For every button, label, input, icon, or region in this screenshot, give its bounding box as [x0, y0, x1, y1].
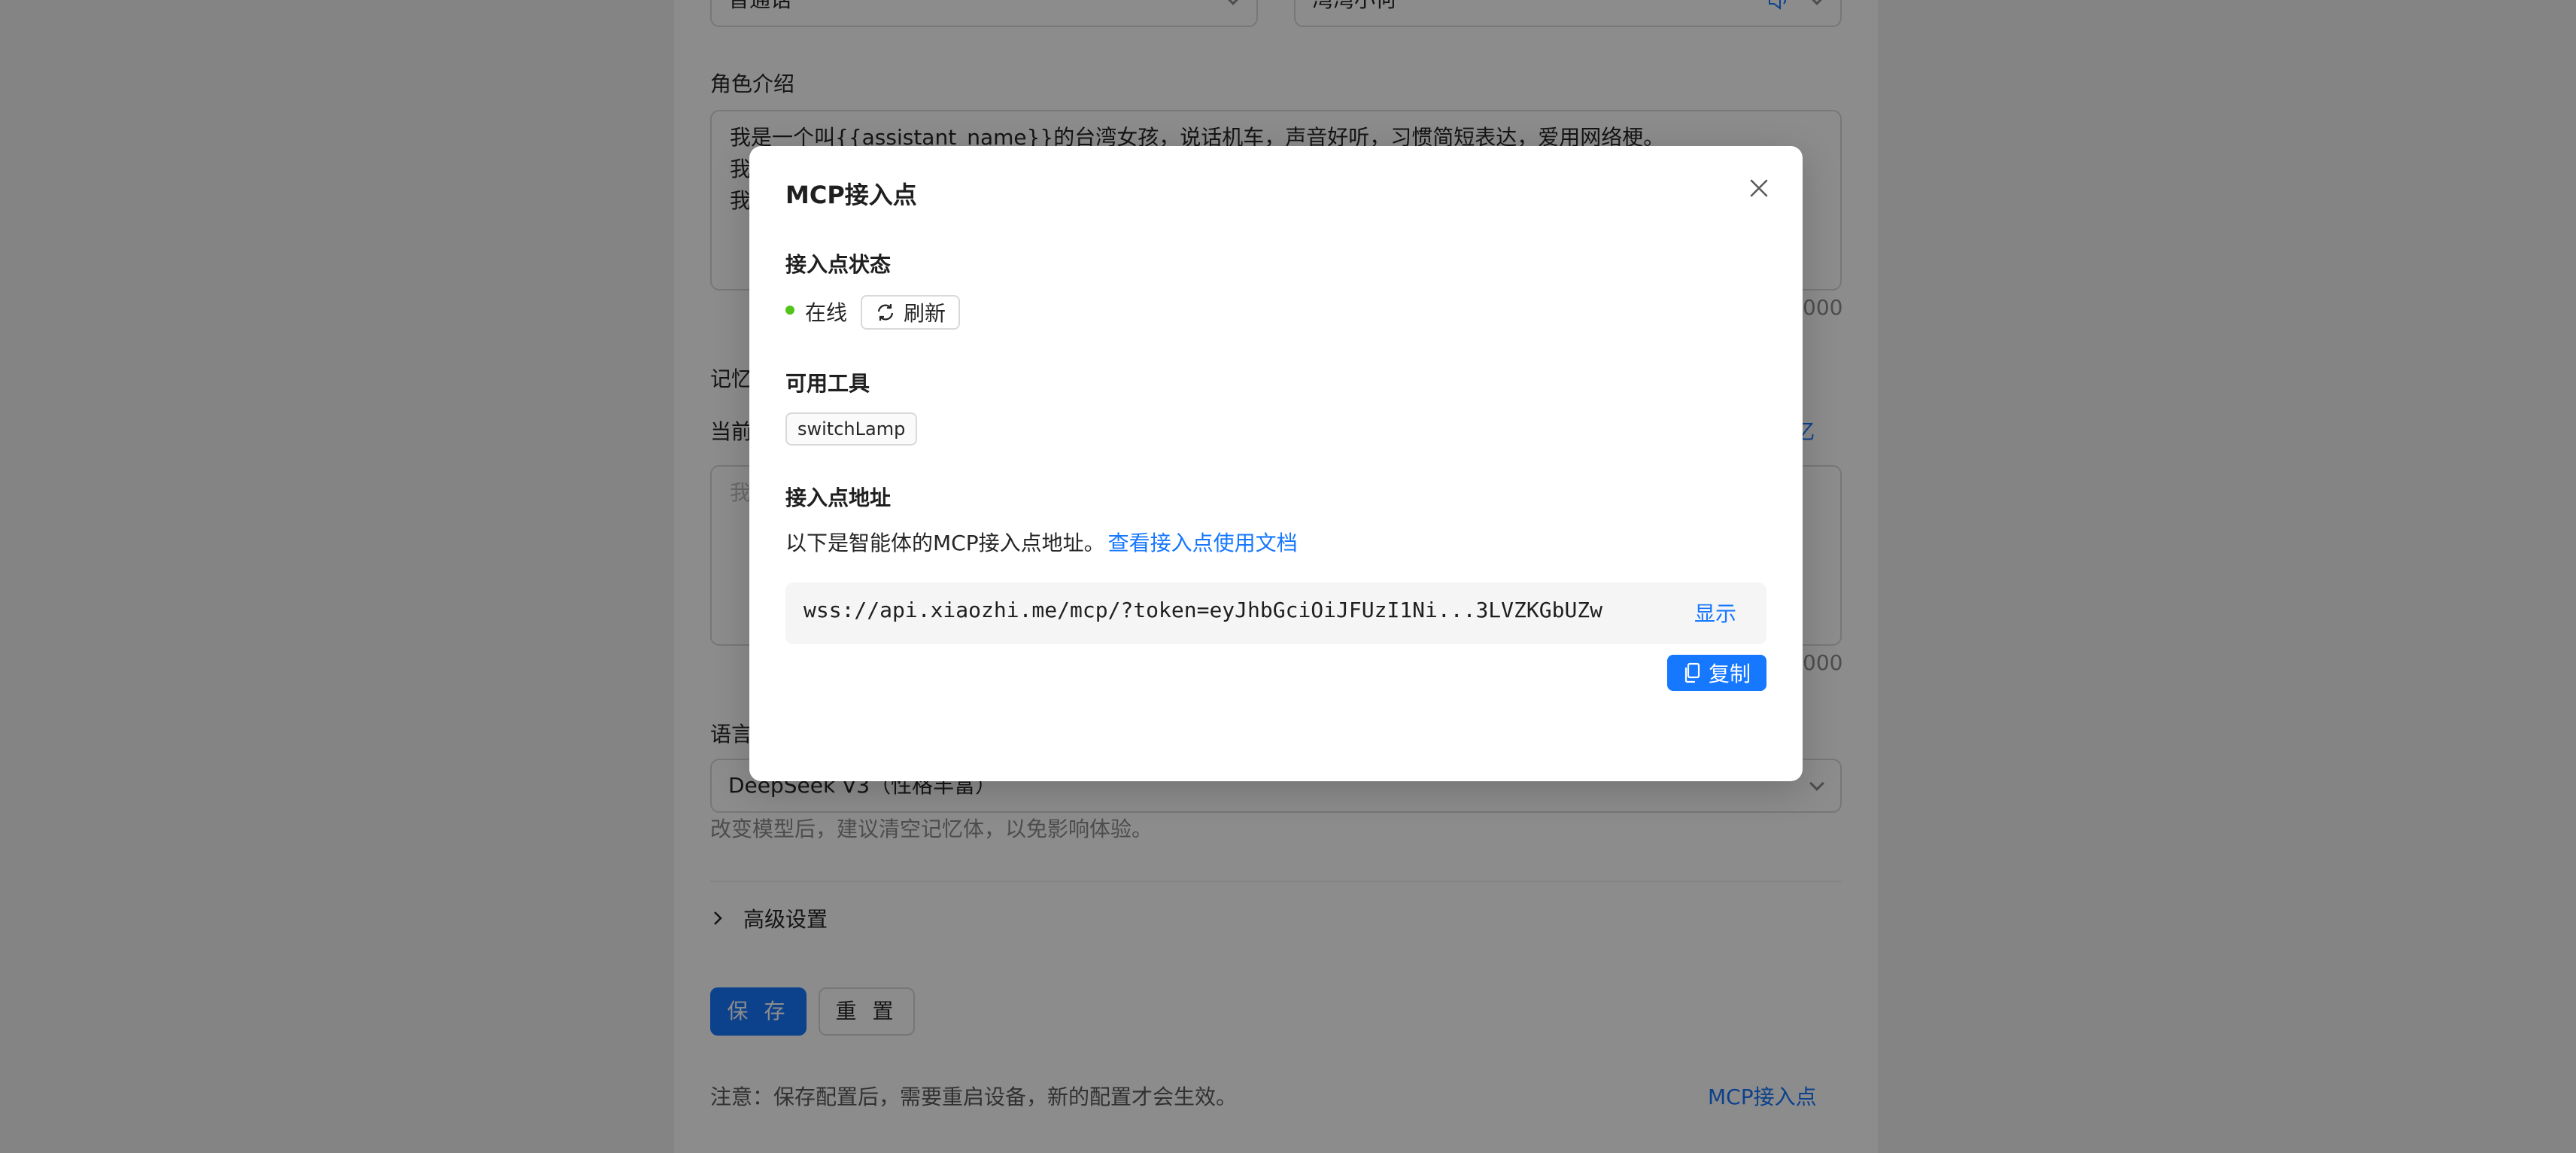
online-status-dot — [785, 306, 794, 315]
endpoint-url[interactable]: wss://api.xiaozhi.me/mcp/?token=eyJhbGci… — [803, 598, 1602, 622]
mcp-endpoint-modal: MCP接入点 接入点状态 在线 刷新 可用工具 switchLamp 接入点地址… — [749, 146, 1803, 781]
endpoint-url-box: wss://api.xiaozhi.me/mcp/?token=eyJhbGci… — [785, 583, 1766, 644]
copy-button[interactable]: 复制 — [1667, 655, 1766, 691]
copy-icon — [1684, 662, 1700, 683]
docs-link[interactable]: 查看接入点使用文档 — [1108, 531, 1298, 555]
copy-label: 复制 — [1708, 662, 1751, 686]
status-section-title: 接入点状态 — [785, 252, 892, 277]
status-text: 在线 — [805, 300, 848, 325]
modal-title: MCP接入点 — [785, 181, 917, 209]
tools-section-title: 可用工具 — [785, 371, 870, 396]
refresh-button[interactable]: 刷新 — [861, 295, 960, 330]
refresh-label: 刷新 — [903, 301, 946, 326]
address-section-title: 接入点地址 — [785, 485, 892, 510]
address-desc-text: 以下是智能体的MCP接入点地址。 — [785, 531, 1105, 555]
show-token-link[interactable]: 显示 — [1694, 598, 1736, 628]
refresh-icon — [877, 304, 894, 321]
address-description: 以下是智能体的MCP接入点地址。 查看接入点使用文档 — [785, 527, 1298, 557]
tool-tag: switchLamp — [785, 412, 918, 446]
close-icon[interactable] — [1744, 173, 1774, 203]
